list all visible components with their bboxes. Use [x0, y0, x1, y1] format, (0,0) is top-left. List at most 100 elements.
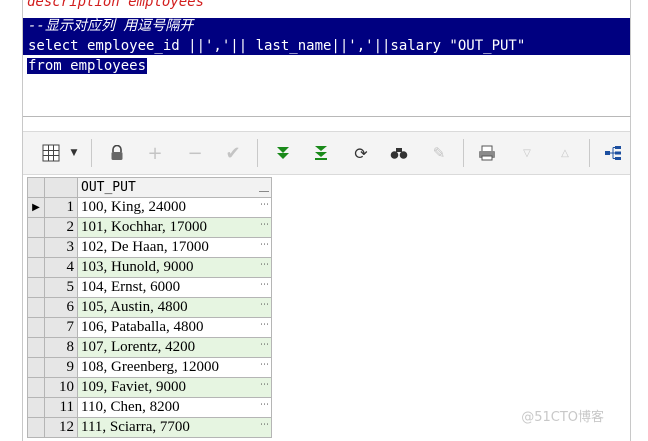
row-number[interactable]: 11 — [44, 397, 78, 418]
find-icon[interactable] — [387, 141, 411, 165]
cell-value: 110, Chen, 8200 — [81, 399, 180, 415]
table-row[interactable]: 4 103, Hunold, 9000 ⋯ — [27, 257, 272, 278]
down-icon[interactable]: ▽ — [515, 141, 539, 165]
row-indicator[interactable] — [27, 397, 45, 418]
table-row[interactable]: 10 109, Faviet, 9000 ⋯ — [27, 377, 272, 398]
fetch-all-icon[interactable] — [309, 141, 333, 165]
cell-edit-ellipsis-icon[interactable]: ⋯ — [260, 300, 269, 310]
table-row[interactable]: 6 105, Austin, 4800 ⋯ — [27, 297, 272, 318]
out-put-cell[interactable]: 107, Lorentz, 4200 ⋯ — [77, 337, 272, 358]
row-indicator[interactable] — [27, 317, 45, 338]
cell-edit-ellipsis-icon[interactable]: ⋯ — [260, 220, 269, 230]
lock-icon[interactable] — [105, 141, 129, 165]
row-number-header — [44, 177, 78, 198]
row-indicator[interactable] — [27, 257, 45, 278]
row-number[interactable]: 12 — [44, 417, 78, 438]
cell-edit-ellipsis-icon[interactable]: ⋯ — [260, 400, 269, 410]
code-line-comment: --显示对应列 用逗号隔开 — [27, 18, 195, 34]
grid-corner — [27, 177, 45, 198]
row-number[interactable]: 3 — [44, 237, 78, 258]
row-indicator[interactable] — [27, 337, 45, 358]
fetch-next-icon[interactable] — [271, 141, 295, 165]
toolbar-separator — [257, 139, 258, 167]
tree-icon[interactable] — [601, 141, 625, 165]
check-icon[interactable]: ✔ — [221, 141, 245, 165]
grid-icon[interactable] — [39, 141, 63, 165]
print-icon[interactable] — [475, 141, 499, 165]
cell-edit-ellipsis-icon[interactable]: ⋯ — [260, 200, 269, 210]
cell-value: 104, Ernst, 6000 — [81, 279, 181, 295]
out-put-cell[interactable]: 101, Kochhar, 17000 ⋯ — [77, 217, 272, 238]
row-indicator[interactable] — [27, 237, 45, 258]
table-row[interactable]: 7 106, Pataballa, 4800 ⋯ — [27, 317, 272, 338]
cell-value: 107, Lorentz, 4200 — [81, 339, 196, 355]
out-put-cell[interactable]: 103, Hunold, 9000 ⋯ — [77, 257, 272, 278]
cell-edit-ellipsis-icon[interactable]: ⋯ — [260, 320, 269, 330]
cell-value: 100, King, 24000 — [81, 199, 186, 215]
row-number[interactable]: 5 — [44, 277, 78, 298]
cell-value: 109, Faviet, 9000 — [81, 379, 186, 395]
out-put-cell[interactable]: 111, Sciarra, 7700 ⋯ — [77, 417, 272, 438]
out-put-cell[interactable]: 100, King, 24000 ⋯ — [77, 197, 272, 218]
cell-edit-ellipsis-icon[interactable]: ⋯ — [260, 420, 269, 430]
watermark: @51CTO博客 — [521, 410, 604, 425]
add-icon[interactable]: + — [143, 141, 167, 165]
row-indicator[interactable] — [27, 297, 45, 318]
table-row[interactable]: 3 102, De Haan, 17000 ⋯ — [27, 237, 272, 258]
row-number[interactable]: 4 — [44, 257, 78, 278]
current-row-indicator[interactable]: ▶ — [27, 197, 45, 218]
out-put-cell[interactable]: 109, Faviet, 9000 ⋯ — [77, 377, 272, 398]
toolbar-separator — [589, 139, 590, 167]
cell-value: 105, Austin, 4800 — [81, 299, 188, 315]
row-number[interactable]: 9 — [44, 357, 78, 378]
code-line-cut: description employees — [27, 0, 205, 10]
table-row[interactable]: 9 108, Greenberg, 12000 ⋯ — [27, 357, 272, 378]
toolbar-separator — [91, 139, 92, 167]
out-put-cell[interactable]: 104, Ernst, 6000 ⋯ — [77, 277, 272, 298]
row-indicator[interactable] — [27, 417, 45, 438]
row-number[interactable]: 1 — [44, 197, 78, 218]
cell-edit-ellipsis-icon[interactable]: ⋯ — [260, 380, 269, 390]
table-row[interactable]: 5 104, Ernst, 6000 ⋯ — [27, 277, 272, 298]
cell-edit-ellipsis-icon[interactable]: ⋯ — [260, 240, 269, 250]
row-indicator[interactable] — [27, 277, 45, 298]
cell-value: 108, Greenberg, 12000 — [81, 359, 220, 375]
table-row[interactable]: 2 101, Kochhar, 17000 ⋯ — [27, 217, 272, 238]
result-grid: OUT_PUT ▶ 1 100, King, 24000 ⋯ 2 101, Kochhar… — [27, 177, 272, 438]
row-number[interactable]: 6 — [44, 297, 78, 318]
cell-edit-ellipsis-icon[interactable]: ⋯ — [260, 360, 269, 370]
table-row[interactable]: ▶ 1 100, King, 24000 ⋯ — [27, 197, 272, 218]
row-indicator[interactable] — [27, 377, 45, 398]
row-indicator[interactable] — [27, 217, 45, 238]
table-row[interactable]: 12 111, Sciarra, 7700 ⋯ — [27, 417, 272, 438]
cell-edit-ellipsis-icon[interactable]: ⋯ — [260, 340, 269, 350]
cell-value: 106, Pataballa, 4800 — [81, 319, 204, 335]
cell-value: 102, De Haan, 17000 — [81, 239, 209, 255]
out-put-cell[interactable]: 110, Chen, 8200 ⋯ — [77, 397, 272, 418]
up-icon[interactable]: △ — [553, 141, 577, 165]
row-number[interactable]: 7 — [44, 317, 78, 338]
code-line-select: select employee_id ||','|| last_name||',… — [27, 38, 527, 54]
remove-icon[interactable]: − — [183, 141, 207, 165]
cell-value: 111, Sciarra, 7700 — [81, 419, 190, 435]
clear-icon[interactable]: ✎ — [427, 141, 451, 165]
out-put-cell[interactable]: 108, Greenberg, 12000 ⋯ — [77, 357, 272, 378]
out-put-cell[interactable]: 102, De Haan, 17000 ⋯ — [77, 237, 272, 258]
cell-edit-ellipsis-icon[interactable]: ⋯ — [260, 260, 269, 270]
out-put-cell[interactable]: 106, Pataballa, 4800 ⋯ — [77, 317, 272, 338]
row-indicator[interactable] — [27, 357, 45, 378]
cell-edit-ellipsis-icon[interactable]: ⋯ — [260, 280, 269, 290]
out-put-cell[interactable]: 105, Austin, 4800 ⋯ — [77, 297, 272, 318]
row-number[interactable]: 2 — [44, 217, 78, 238]
sql-editor[interactable]: description employees --显示对应列 用逗号隔开 sele… — [23, 0, 631, 117]
cell-value: 101, Kochhar, 17000 — [81, 219, 208, 235]
refresh-icon[interactable]: ⟳ — [349, 141, 373, 165]
table-row[interactable]: 8 107, Lorentz, 4200 ⋯ — [27, 337, 272, 358]
toolbar-separator — [463, 139, 464, 167]
dropdown-arrow-icon[interactable]: ▼ — [67, 141, 81, 165]
result-panel: ▼ + − ✔ ⟳ ✎ ▽ △ OUT_PUT ▶ 1 100, King, 2… — [23, 117, 631, 441]
row-number[interactable]: 8 — [44, 337, 78, 358]
table-row[interactable]: 11 110, Chen, 8200 ⋯ — [27, 397, 272, 418]
row-number[interactable]: 10 — [44, 377, 78, 398]
column-header-out-put[interactable]: OUT_PUT — [77, 177, 272, 198]
